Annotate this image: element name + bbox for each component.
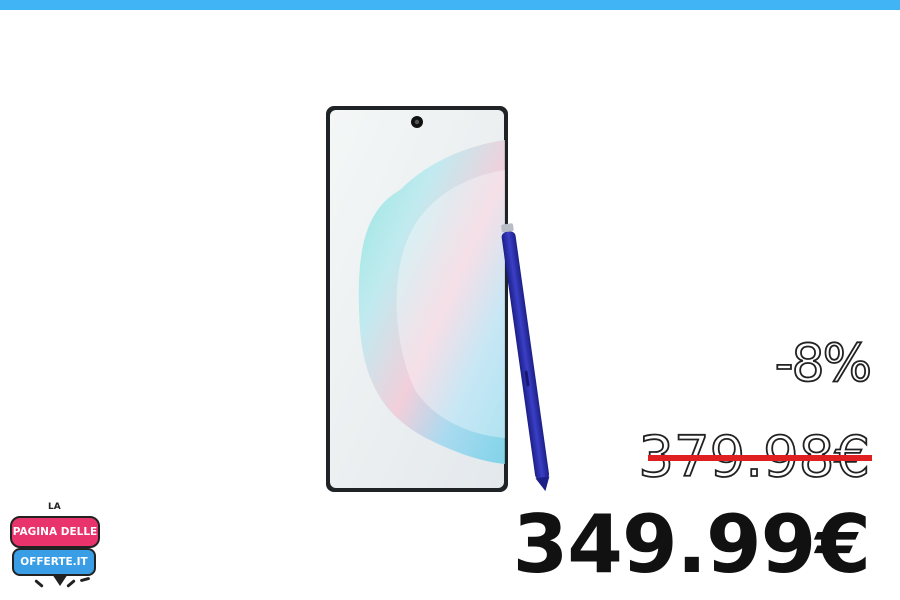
logo-text-line-1: PAGINA DELLE — [10, 516, 100, 548]
strikethrough-line — [648, 455, 872, 461]
logo-text-line-2: OFFERTE.IT — [12, 548, 96, 576]
product-image — [326, 106, 550, 492]
discount-percentage: -8% — [774, 334, 873, 394]
phone — [326, 106, 508, 492]
brand-logo: LA PAGINA DELLE OFFERTE.IT — [8, 502, 100, 598]
sale-price: 349.99€ — [512, 498, 871, 591]
logo-text-top: LA — [48, 502, 61, 512]
spark-icon — [79, 576, 91, 583]
top-accent-bar — [0, 0, 900, 10]
speech-bubble-tail-icon — [52, 574, 68, 586]
spark-icon — [34, 579, 44, 588]
